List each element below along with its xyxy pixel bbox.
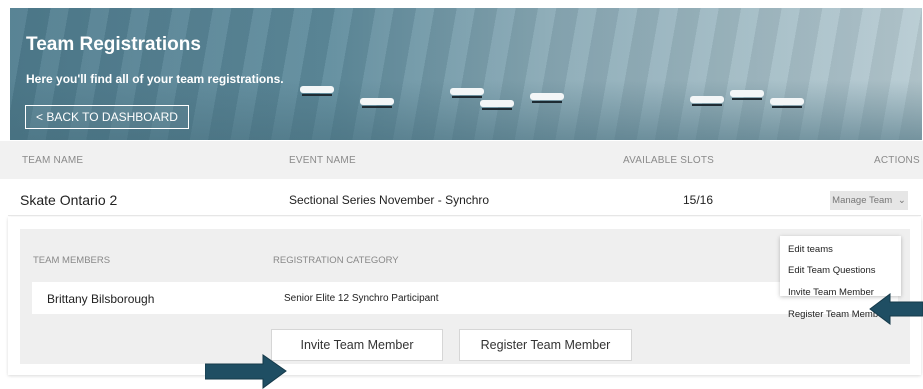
register-team-member-button[interactable]: Register Team Member: [459, 329, 632, 361]
right-arrow-icon: [205, 354, 287, 389]
table-row[interactable]: Skate Ontario 2 Sectional Series Novembe…: [8, 183, 921, 216]
page-subtitle: Here you'll find all of your team regist…: [26, 72, 284, 86]
menu-item-edit-teams[interactable]: Edit teams: [788, 244, 833, 255]
back-to-dashboard-button[interactable]: < BACK TO DASHBOARD: [25, 105, 189, 129]
table-header: TEAM NAME EVENT NAME AVAILABLE SLOTS ACT…: [0, 141, 923, 179]
left-arrow-icon: [869, 293, 923, 325]
skate-graphic: [450, 88, 484, 98]
list-item: Brittany Bilsborough Senior Elite 12 Syn…: [32, 282, 898, 314]
invite-team-member-button[interactable]: Invite Team Member: [271, 329, 443, 361]
header-available-slots: AVAILABLE SLOTS: [623, 155, 715, 166]
header-team-members: TEAM MEMBERS: [33, 255, 111, 266]
page-title: Team Registrations: [26, 34, 201, 55]
header-actions: ACTIONS: [874, 155, 920, 166]
chevron-down-icon: ⌄: [897, 195, 906, 206]
header-event-name: EVENT NAME: [289, 155, 356, 166]
skate-graphic: [730, 90, 764, 100]
menu-item-edit-team-questions[interactable]: Edit Team Questions: [788, 265, 875, 276]
team-members-section: TEAM MEMBERS REGISTRATION CATEGORY Britt…: [20, 229, 910, 364]
manage-team-dropdown: Edit teams Edit Team Questions Invite Te…: [780, 236, 901, 320]
team-name: Skate Ontario 2: [20, 192, 118, 208]
member-category: Senior Elite 12 Synchro Participant: [284, 293, 439, 304]
manage-team-label: Manage Team: [832, 195, 893, 206]
menu-item-invite-team-member[interactable]: Invite Team Member: [788, 287, 874, 298]
header-registration-category: REGISTRATION CATEGORY: [273, 255, 399, 266]
skate-graphic: [530, 93, 564, 103]
skate-graphic: [480, 100, 514, 110]
header-team-name: TEAM NAME: [22, 155, 84, 166]
event-name: Sectional Series November - Synchro: [289, 193, 490, 207]
manage-team-button[interactable]: Manage Team ⌄: [830, 191, 908, 210]
skate-graphic: [770, 98, 804, 108]
member-name: Brittany Bilsborough: [47, 292, 155, 306]
skate-graphic: [360, 98, 394, 108]
header-banner: Team Registrations Here you'll find all …: [10, 8, 922, 140]
available-slots: 15/16: [683, 193, 714, 207]
skate-graphic: [690, 96, 724, 106]
skate-graphic: [300, 86, 334, 96]
